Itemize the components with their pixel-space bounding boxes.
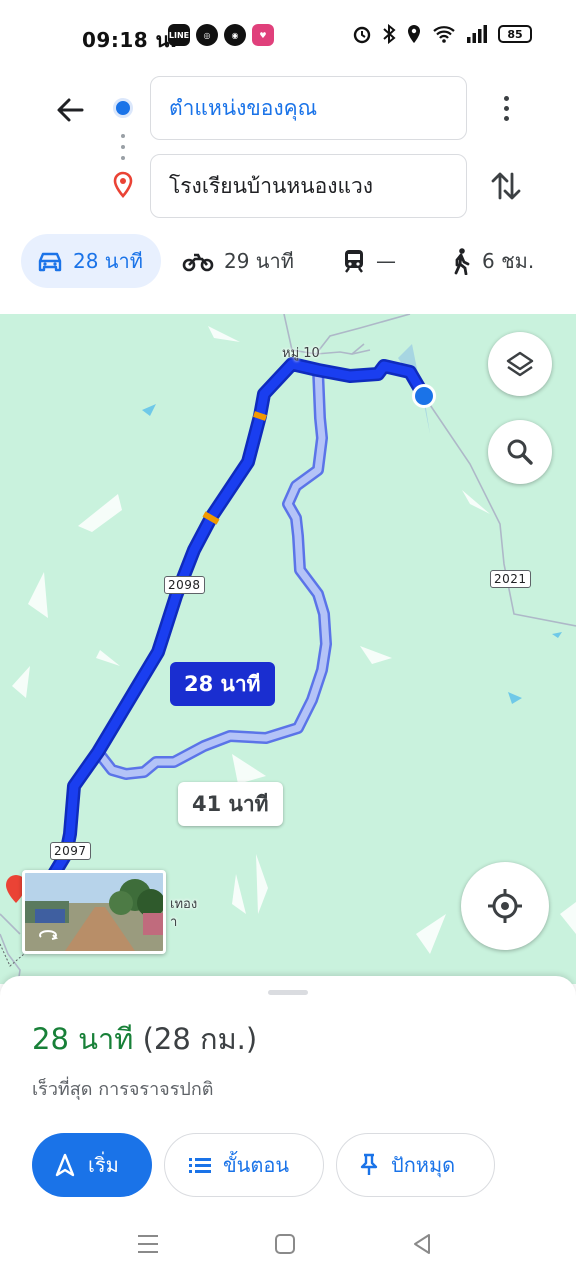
walk-icon <box>454 248 470 275</box>
tab-transit[interactable]: — <box>342 234 396 288</box>
line-app-icon: LINE <box>168 24 190 46</box>
steps-label: ขั้นตอน <box>223 1153 290 1177</box>
bluetooth-icon <box>383 24 396 44</box>
place-label-moo10: หมู่ 10 <box>282 346 320 361</box>
chrome-app-icon: ◉ <box>224 24 246 46</box>
alarm-icon <box>353 26 371 44</box>
arrow-back-icon <box>57 98 84 122</box>
walk-time: 6 ชม. <box>482 249 535 273</box>
wifi-icon <box>433 26 455 43</box>
list-icon <box>189 1158 211 1173</box>
route-summary: 28 นาที (28 กม.) <box>32 1016 257 1062</box>
system-navigation-bar <box>0 1208 576 1280</box>
origin-dot-icon <box>113 98 133 118</box>
destination-input[interactable]: โรงเรียนบ้านหนองแวง <box>150 154 467 218</box>
battery-indicator: 85 <box>498 25 532 43</box>
drive-time: 28 นาที <box>73 249 143 273</box>
back-button[interactable] <box>50 90 90 130</box>
travel-mode-tabs: 28 นาที 29 นาที — 6 ชม. <box>0 234 576 290</box>
signal-icon <box>467 25 487 43</box>
transit-time: — <box>376 249 396 273</box>
system-icons: 85 <box>352 24 532 44</box>
motorcycle-icon <box>182 253 214 272</box>
place-label-partial: เทอง า <box>170 897 198 930</box>
search-icon <box>507 439 533 465</box>
back-nav-button[interactable] <box>402 1226 442 1262</box>
route-connector <box>121 134 125 160</box>
notification-icons: LINE ◎ ◉ ♥ <box>168 24 274 46</box>
sheet-drag-handle[interactable] <box>268 990 308 995</box>
swap-icon <box>491 172 521 200</box>
crosshair-icon <box>488 889 522 923</box>
navigation-arrow-icon <box>55 1153 75 1177</box>
route-duration: 28 นาที <box>32 1022 134 1056</box>
square-icon <box>275 1234 295 1254</box>
pin-button[interactable]: ปักหมุด <box>336 1133 495 1197</box>
layers-icon <box>506 351 534 377</box>
tab-drive[interactable]: 28 นาที <box>21 234 161 288</box>
origin-input[interactable]: ตำแหน่งของคุณ <box>150 76 467 140</box>
more-options-button[interactable] <box>488 88 524 128</box>
search-along-route-button[interactable] <box>488 420 552 484</box>
steps-button[interactable]: ขั้นตอน <box>164 1133 324 1197</box>
street-view-thumbnail[interactable] <box>22 870 166 954</box>
car-icon <box>38 252 62 272</box>
status-bar: 09:18 น. LINE ◎ ◉ ♥ 85 <box>0 0 576 70</box>
location-icon <box>408 25 420 43</box>
layers-button[interactable] <box>488 332 552 396</box>
messenger-app-icon: ◎ <box>196 24 218 46</box>
start-label: เริ่ม <box>88 1153 119 1177</box>
directions-header: ตำแหน่งของคุณ โรงเรียนบ้านหนองแวง 28 นาท… <box>0 70 576 314</box>
shopping-app-icon: ♥ <box>252 24 274 46</box>
swap-locations-button[interactable] <box>486 164 526 208</box>
road-shield-2021: 2021 <box>490 570 531 588</box>
start-navigation-button[interactable]: เริ่ม <box>32 1133 152 1197</box>
road-shield-2097: 2097 <box>50 842 91 860</box>
route-distance: (28 กม.) <box>142 1022 258 1056</box>
destination-pin-icon <box>111 171 135 203</box>
status-time: 09:18 น. <box>82 28 178 52</box>
route-subtitle: เร็วที่สุด การจราจรปกติ <box>32 1079 214 1100</box>
menu-icon <box>138 1235 158 1253</box>
pin-label: ปักหมุด <box>391 1153 456 1177</box>
map-view[interactable]: หมู่ 10 2098 2021 2097 เทอง า 28 นาที 41… <box>0 314 576 984</box>
road-shield-2098: 2098 <box>164 576 205 594</box>
triangle-back-icon <box>414 1234 430 1254</box>
train-icon <box>345 250 363 273</box>
primary-route-time-label[interactable]: 28 นาที <box>170 662 275 706</box>
street-view-image <box>25 873 163 951</box>
tab-walk[interactable]: 6 ชม. <box>450 234 534 288</box>
alternate-route-time-label[interactable]: 41 นาที <box>178 782 283 826</box>
motorcycle-time: 29 นาที <box>224 249 294 273</box>
my-location-button[interactable] <box>461 862 549 950</box>
recent-apps-button[interactable] <box>128 1226 168 1262</box>
tab-motorcycle[interactable]: 29 นาที <box>182 234 294 288</box>
pushpin-icon <box>360 1153 378 1175</box>
home-button[interactable] <box>265 1226 305 1262</box>
